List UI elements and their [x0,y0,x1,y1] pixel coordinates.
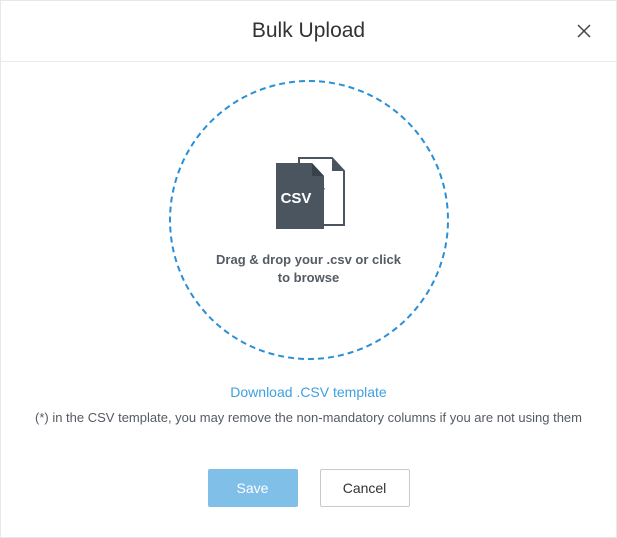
template-hint: (*) in the CSV template, you may remove … [35,410,582,425]
modal-body: V CSV Drag & drop your .csv or click to … [1,62,616,441]
file-dropzone[interactable]: V CSV Drag & drop your .csv or click to … [169,80,449,360]
save-button[interactable]: Save [208,469,298,507]
cancel-button[interactable]: Cancel [320,469,410,507]
modal-footer: Save Cancel [1,441,616,537]
close-icon [576,23,592,39]
bulk-upload-modal: Bulk Upload V [0,0,617,538]
dropzone-instruction: Drag & drop your .csv or click to browse [214,251,404,287]
csv-file-icon: V CSV [264,153,354,233]
modal-title: Bulk Upload [252,19,365,43]
modal-header: Bulk Upload [1,1,616,62]
download-template-link[interactable]: Download .CSV template [230,384,386,400]
close-button[interactable] [570,17,598,45]
svg-text:CSV: CSV [280,190,311,207]
